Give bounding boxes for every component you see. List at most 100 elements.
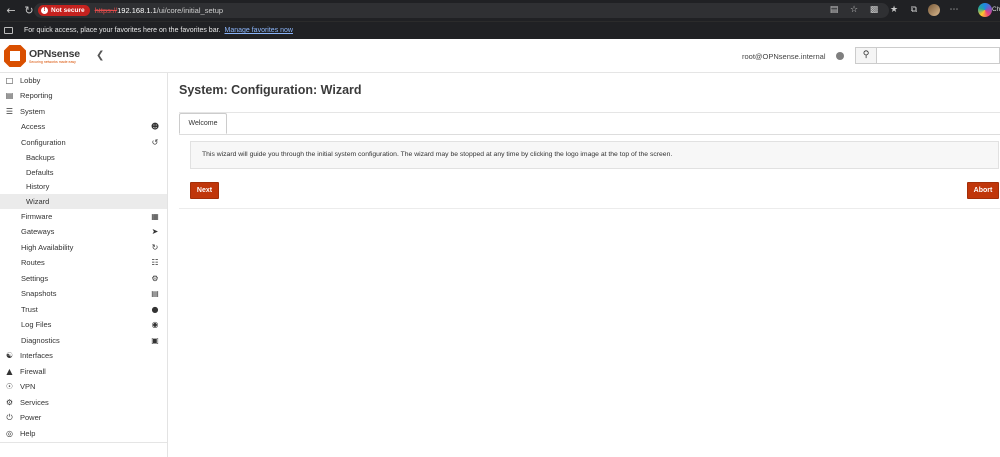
- url-text[interactable]: https://192.168.1.1/ui/core/initial_setu…: [95, 6, 223, 15]
- sidebar-item-defaults[interactable]: Defaults: [0, 165, 167, 180]
- sidebar-item-services[interactable]: ⚙ Services: [0, 395, 167, 410]
- sidebar-item-label: Help: [20, 429, 36, 438]
- hdd-icon: ▤: [151, 289, 159, 298]
- url-path: /ui/core/initial_setup: [156, 6, 224, 15]
- cogs-icon: ⚙: [151, 274, 159, 283]
- sidebar-item-firmware[interactable]: Firmware ▦: [0, 209, 167, 224]
- fire-icon: ▲: [6, 367, 13, 376]
- profile-text: Che: [992, 6, 1000, 13]
- sidebar-item-label: Lobby: [20, 76, 41, 85]
- sidebar-item-label: Defaults: [26, 168, 54, 177]
- sidebar-item-wizard[interactable]: Wizard: [0, 194, 167, 209]
- sidebar: □ Lobby ▤ Reporting ☰ System Access ☻ Co…: [0, 73, 168, 457]
- medkit-icon: ▣: [151, 336, 159, 345]
- opnsense-logo[interactable]: OPNsense Securing networks made easy: [4, 43, 94, 69]
- back-icon[interactable]: ←: [4, 4, 18, 18]
- sidebar-item-history[interactable]: History: [0, 179, 167, 194]
- location-arrow-icon: ➤: [151, 227, 159, 236]
- browser-toolbar-icons: ▤ ☆ ▩ ★ ⧉ ⋯: [828, 4, 960, 16]
- sidebar-item-label: Firewall: [20, 367, 46, 376]
- certificate-icon: ●: [151, 305, 159, 314]
- favorites-bar: For quick access, place your favorites h…: [0, 21, 1000, 39]
- collapse-sidebar-icon[interactable]: ❮: [96, 50, 104, 61]
- tab-welcome[interactable]: Welcome: [179, 113, 227, 134]
- favorites-hint: For quick access, place your favorites h…: [24, 27, 221, 34]
- reader-icon[interactable]: ▤: [828, 4, 840, 16]
- sidebar-item-label: System: [20, 107, 46, 116]
- extensions-icon[interactable]: ▩: [868, 4, 880, 16]
- sidebar-item-label: Snapshots: [21, 289, 57, 298]
- sidebar-item-reporting[interactable]: ▤ Reporting: [0, 88, 167, 103]
- sidebar-item-settings[interactable]: Settings ⚙: [0, 271, 167, 286]
- sidebar-item-label: Interfaces: [20, 351, 53, 360]
- cog-icon: ⚙: [5, 398, 14, 407]
- favorites-icon[interactable]: ★: [888, 4, 900, 16]
- sidebar-item-label: VPN: [20, 382, 36, 391]
- logo-mark-icon: [4, 45, 26, 67]
- logo-name: OPNsense: [29, 48, 80, 60]
- plug-icon: ⏻: [6, 412, 13, 422]
- not-secure-badge[interactable]: ! Not secure: [38, 5, 90, 16]
- sidebar-item-label: Reporting: [20, 91, 53, 100]
- refresh-icon: ↻: [151, 243, 159, 252]
- search-icon[interactable]: ⚲: [855, 47, 877, 64]
- abort-button[interactable]: Abort: [967, 182, 999, 199]
- more-icon[interactable]: ⋯: [948, 4, 960, 16]
- address-bar[interactable]: ! Not secure https://192.168.1.1/ui/core…: [34, 3, 889, 18]
- content-divider: [179, 208, 1000, 209]
- tab-divider: [179, 134, 1000, 135]
- sidebar-item-diagnostics[interactable]: Diagnostics ▣: [0, 333, 167, 348]
- url-host: 192.168.1.1: [117, 6, 157, 15]
- manage-favorites-link[interactable]: Manage favorites now: [225, 27, 293, 34]
- logo-tagline: Securing networks made easy: [29, 60, 76, 64]
- sidebar-item-lobby[interactable]: □ Lobby: [0, 73, 167, 88]
- favorites-bar-icon: [4, 27, 13, 34]
- wizard-message: This wizard will guide you through the i…: [190, 141, 999, 169]
- signpost-icon: ☷: [151, 258, 159, 267]
- sidebar-item-log-files[interactable]: Log Files ◉: [0, 317, 167, 332]
- sidebar-item-routes[interactable]: Routes ☷: [0, 255, 167, 270]
- sidebar-item-access[interactable]: Access ☻: [0, 119, 167, 134]
- globe-icon: ☉: [5, 382, 14, 391]
- status-indicator[interactable]: [836, 52, 844, 60]
- sidebar-item-snapshots[interactable]: Snapshots ▤: [0, 286, 167, 301]
- sidebar-item-configuration[interactable]: Configuration ↺: [0, 135, 167, 150]
- sidebar-item-label: History: [26, 182, 50, 191]
- collections-icon[interactable]: ⧉: [908, 4, 920, 16]
- chart-icon: ▤: [5, 91, 14, 100]
- sidebar-item-trust[interactable]: Trust ●: [0, 302, 167, 317]
- profile-avatar[interactable]: [928, 4, 940, 16]
- sidebar-item-label: Power: [20, 413, 42, 422]
- sidebar-item-power[interactable]: ⏻ Power: [0, 410, 167, 425]
- page-title: System: Configuration: Wizard: [179, 83, 362, 97]
- sidebar-item-label: Wizard: [26, 197, 50, 206]
- sidebar-item-system[interactable]: ☰ System: [0, 104, 167, 119]
- history-icon: ↺: [151, 138, 159, 147]
- sidebar-item-label: Configuration: [21, 138, 66, 147]
- sidebar-item-help[interactable]: ◎ Help: [0, 426, 167, 441]
- browser-toolbar: ← ↻ ! Not secure https://192.168.1.1/ui/…: [0, 0, 1000, 21]
- lifebuoy-icon: ◎: [6, 429, 13, 438]
- sidebar-divider: [0, 442, 167, 443]
- favorite-star-icon[interactable]: ☆: [848, 4, 860, 16]
- server-icon: ☰: [5, 107, 14, 116]
- sidebar-item-vpn[interactable]: ☉ VPN: [0, 379, 167, 394]
- sidebar-item-firewall[interactable]: ▲ Firewall: [0, 364, 167, 379]
- warning-icon: !: [41, 7, 48, 14]
- sidebar-item-label: Settings: [21, 274, 49, 283]
- sidebar-item-label: Trust: [21, 305, 38, 314]
- copilot-icon[interactable]: [978, 3, 992, 17]
- sidebar-item-gateways[interactable]: Gateways ➤: [0, 224, 167, 239]
- laptop-icon: □: [5, 76, 14, 85]
- eye-icon: ◉: [151, 320, 159, 329]
- sitemap-icon: ☯: [5, 351, 14, 360]
- search-input[interactable]: [877, 47, 1000, 64]
- user-name[interactable]: root@OPNsense.internal: [742, 52, 826, 61]
- next-button[interactable]: Next: [190, 182, 219, 199]
- sidebar-item-label: Services: [20, 398, 49, 407]
- sidebar-item-interfaces[interactable]: ☯ Interfaces: [0, 348, 167, 363]
- sidebar-item-label: High Availability: [21, 243, 74, 252]
- sidebar-item-high-availability[interactable]: High Availability ↻: [0, 240, 167, 255]
- sidebar-item-backups[interactable]: Backups: [0, 150, 167, 165]
- sidebar-item-label: Backups: [26, 153, 55, 162]
